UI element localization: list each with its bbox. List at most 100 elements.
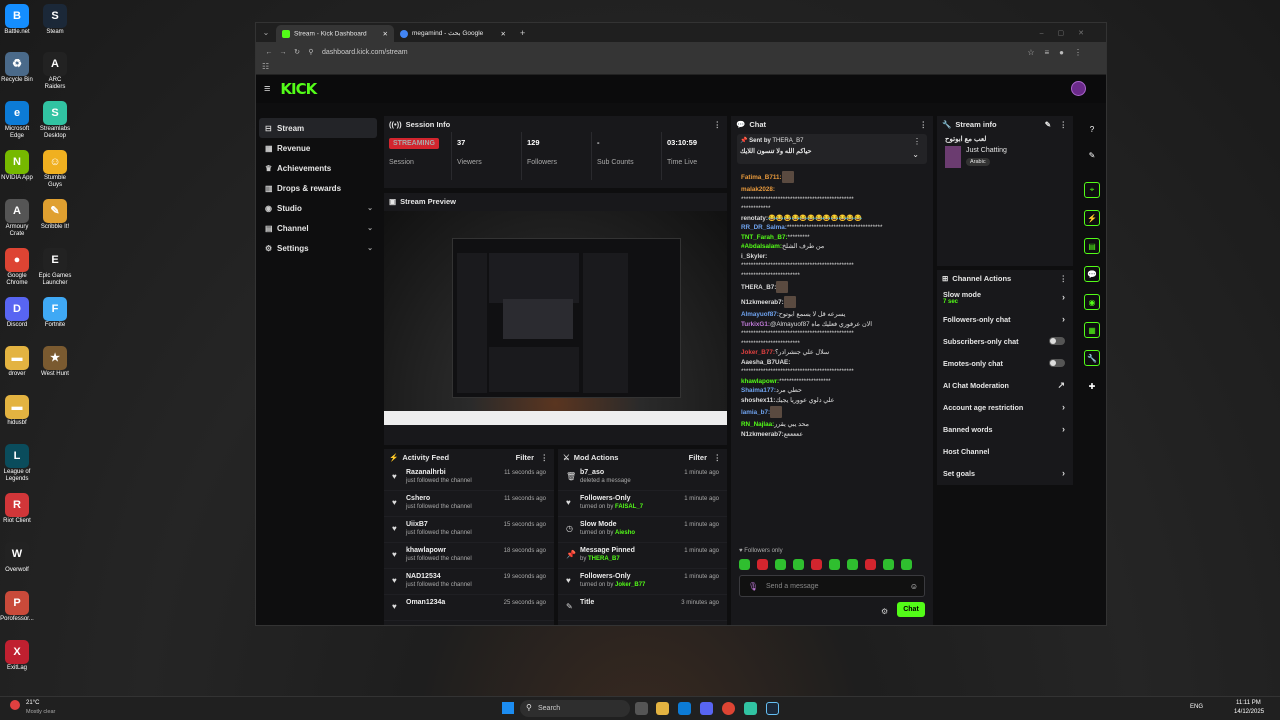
desktop-icon[interactable]: D Discord (0, 297, 34, 329)
desktop-icon[interactable]: L League of Legends (0, 444, 34, 483)
file-explorer-icon[interactable] (656, 702, 669, 715)
edge-icon[interactable] (678, 702, 691, 715)
quick-emote-icon[interactable] (847, 559, 858, 570)
quick-emote-icon[interactable] (865, 559, 876, 570)
action-banned-words[interactable]: Banned words › (937, 418, 1073, 440)
chat-message[interactable]: N1zkmeerab7:عععععع (731, 430, 933, 440)
chat-username[interactable]: Fatima_B711: (741, 174, 782, 181)
chat-username[interactable]: TurkixG1: (741, 321, 770, 328)
action-subscribers-only-chat[interactable]: Subscribers-only chat (937, 330, 1073, 352)
chat-username[interactable]: i_Skyler: (741, 253, 767, 260)
desktop-icon[interactable]: e Microsoft Edge (0, 101, 34, 140)
mod-action-user[interactable]: THERA_B7 (588, 556, 620, 562)
external-link-icon[interactable]: ↗ (1057, 380, 1065, 391)
add-widget-icon[interactable]: ✚ (1084, 378, 1100, 394)
more-icon[interactable]: ⋮ (714, 453, 722, 462)
filter-button[interactable]: Filter (689, 453, 707, 462)
desktop-icon[interactable]: ▬ hidusbf (0, 395, 34, 427)
desktop-icon[interactable]: ● Google Chrome (0, 248, 34, 287)
chrome-icon[interactable] (722, 702, 735, 715)
chat-message[interactable]: ************************ (731, 271, 933, 281)
more-icon[interactable]: ⋮ (913, 137, 921, 146)
steam-icon[interactable] (766, 702, 779, 715)
grid-icon[interactable]: ▦ (1084, 322, 1100, 338)
chevron-right-icon[interactable]: › (1062, 468, 1065, 478)
desktop-icon[interactable]: W Overwolf (0, 542, 34, 574)
quick-emote-icon[interactable] (757, 559, 768, 570)
browser-toolbar-icons[interactable]: ☆≡●⋮ (1027, 48, 1092, 57)
chat-message[interactable]: Aaesha_B7UAE: (731, 358, 933, 368)
language-indicator[interactable]: ENG (1190, 704, 1203, 710)
sidebar-item-achievements[interactable]: ♛ Achievements (259, 158, 377, 178)
desktop-icon[interactable]: X ExitLag (0, 640, 34, 672)
action-set-goals[interactable]: Set goals › (937, 462, 1073, 484)
chat-message[interactable]: i_Skyler: (731, 252, 933, 262)
chat-message[interactable]: malak2028: (731, 185, 933, 195)
chat-username[interactable]: #Abdalsalam: (741, 243, 782, 250)
streamlabs-icon[interactable] (744, 702, 757, 715)
chat-username[interactable]: shoshex11: (741, 397, 775, 404)
wrench-icon[interactable]: 🔧 (1084, 350, 1100, 366)
start-icon[interactable] (502, 702, 514, 714)
quick-emote-icon[interactable] (793, 559, 804, 570)
mic-icon[interactable]: 🎙 (748, 582, 758, 591)
chat-message[interactable]: ****************************************… (731, 195, 933, 205)
chat-message[interactable]: khawlapowr:********************* (731, 377, 933, 387)
chat-username[interactable]: N1zkmeerab7: (741, 299, 784, 306)
pen-icon[interactable]: ✎ (1084, 147, 1100, 163)
chat-message[interactable]: #Abdalsalam:من طرف الشلخ (731, 242, 933, 252)
desktop-icon[interactable]: N NVIDIA App (0, 150, 34, 182)
edit-icon[interactable]: ✎ (1045, 120, 1051, 129)
chat-username[interactable]: RR_DR_Salma: (741, 224, 787, 231)
document-icon[interactable]: ▤ (1084, 238, 1100, 254)
clock-time[interactable]: 11:11 PM (1236, 700, 1261, 706)
chat-message[interactable]: Joker_B77:سلال علي جنشرادر؟ (731, 348, 933, 358)
sidebar-item-revenue[interactable]: ▦ Revenue (259, 138, 377, 158)
chat-message[interactable]: ************************ (731, 339, 933, 349)
crosshair-icon[interactable]: ⌖ (1084, 182, 1100, 198)
chevron-down-icon[interactable]: ⌄ (367, 244, 373, 252)
activity-item[interactable]: ♥ khawlapowr just followed the channel 18 s… (384, 543, 554, 569)
broadcast-icon[interactable]: ◉ (1084, 294, 1100, 310)
sidebar-item-drops-rewards[interactable]: ▥ Drops & rewards (259, 178, 377, 198)
mod-action-user[interactable]: Joker_B77 (615, 582, 645, 588)
chat-message[interactable]: RN_Najlaa:محد يبي يقرر (731, 420, 933, 430)
more-icon[interactable]: ⋮ (541, 453, 549, 462)
quick-emote-icon[interactable] (739, 559, 750, 570)
chat-username[interactable]: RN_Najlaa: (741, 421, 774, 428)
back-icon[interactable]: ← (262, 49, 276, 56)
chat-settings-icon[interactable]: ⚙ (881, 607, 888, 616)
url-field[interactable]: dashboard.kick.com/stream (322, 49, 408, 56)
more-icon[interactable]: ⋮ (1060, 120, 1068, 129)
activity-item[interactable]: ♥ NAD12534 just followed the channel 19 sec… (384, 569, 554, 595)
sidebar-item-stream[interactable]: ⊟ Stream (259, 118, 377, 138)
chat-input[interactable]: 🎙 Send a message ☺ (739, 575, 925, 597)
chat-message[interactable]: THERA_B7: (731, 280, 933, 295)
chat-message[interactable]: Fatima_B711: (731, 170, 933, 185)
action-account-age-restriction[interactable]: Account age restriction › (937, 396, 1073, 418)
site-info-icon[interactable]: ⚲ (304, 48, 318, 56)
chat-message[interactable]: Shaima177:حطي مرد (731, 386, 933, 396)
new-tab-icon[interactable]: + (520, 28, 525, 38)
quick-emote-icon[interactable] (901, 559, 912, 570)
chevron-right-icon[interactable]: › (1062, 292, 1065, 302)
chat-bubble-icon[interactable]: 💬 (1084, 266, 1100, 282)
toggle-switch[interactable] (1049, 359, 1065, 367)
desktop-icon[interactable]: S Streamlabs Desktop (38, 101, 72, 140)
discord-icon[interactable] (700, 702, 713, 715)
taskbar-search[interactable]: ⚲ Search (520, 700, 630, 717)
pinned-message[interactable]: 📌 Sent by THERA_B7 حياكم الله ولا تنسون … (737, 134, 927, 164)
weather-icon[interactable] (10, 700, 20, 710)
toggle-switch[interactable] (1049, 337, 1065, 345)
chevron-right-icon[interactable]: › (1062, 424, 1065, 434)
chat-message[interactable]: ****************************************… (731, 329, 933, 339)
mod-action-item[interactable]: ♥ Followers-Only turned on by FAISAL_7 1 mi… (558, 491, 727, 517)
action-slow-mode[interactable]: Slow mode 7 sec › (937, 286, 1073, 308)
more-icon[interactable]: ⋮ (714, 120, 722, 129)
chevron-right-icon[interactable]: › (1062, 314, 1065, 324)
sidebar-item-channel[interactable]: ▤ Channel ⌄ (259, 218, 377, 238)
filter-button[interactable]: Filter (516, 453, 534, 462)
tab-search-icon[interactable]: ⌄ (256, 28, 276, 37)
chat-username[interactable]: THERA_B7: (741, 284, 776, 291)
sidebar-item-settings[interactable]: ⚙ Settings ⌄ (259, 238, 377, 258)
